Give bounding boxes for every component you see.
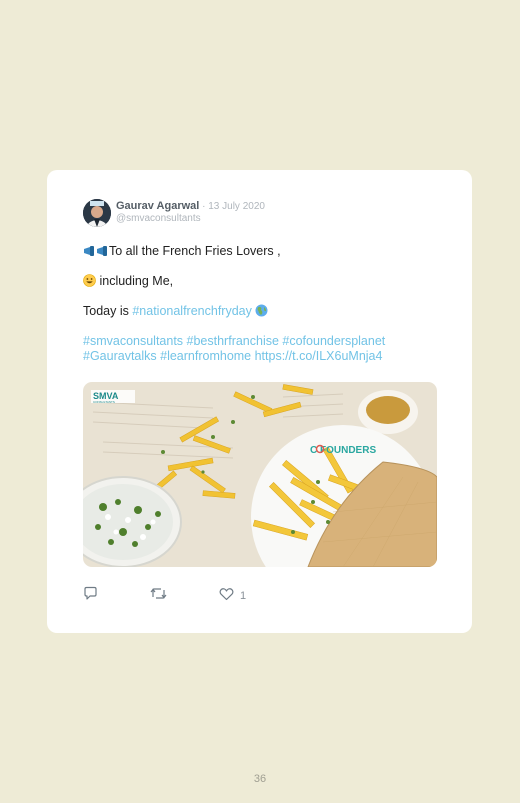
tweet-actions: 1 (83, 586, 283, 606)
tweet-card: Gaurav Agarwal · 13 July 2020 @smvaconsu… (47, 170, 472, 633)
french-fries-photo: SMVA CONSULTANTS C FOUNDERS (83, 382, 437, 567)
date-separator: · (199, 201, 209, 212)
megaphone-icon (83, 245, 109, 260)
media-logo-sub: CONSULTANTS (93, 400, 115, 404)
like-button[interactable]: 1 (219, 587, 246, 605)
reply-icon (83, 586, 98, 606)
globe-icon (255, 304, 268, 320)
hashtag-national-french-fry-day[interactable]: #nationalfrenchfryday (132, 304, 252, 318)
tweet-line-2: including Me, (83, 274, 173, 290)
page-number: 36 (253, 773, 267, 785)
tweet-line-3: Today is #nationalfrenchfryday (83, 304, 268, 320)
heart-icon (219, 587, 234, 606)
hashtags-line-1[interactable]: #smvaconsultants #besthrfranchise #cofou… (83, 334, 443, 349)
media-brand: C FOUNDERS (310, 445, 376, 456)
hashtags-line-2: #Gauravtalks #learnfromhome https://t.co… (83, 349, 443, 364)
tweet-media-image[interactable]: SMVA CONSULTANTS C FOUNDERS (83, 382, 437, 567)
avatar-image (83, 199, 111, 227)
author-line: Gaurav Agarwal · 13 July 2020 (116, 200, 265, 212)
retweet-button[interactable] (150, 587, 167, 605)
tweet-text-line-2: including Me, (96, 274, 174, 288)
author-handle[interactable]: @smvaconsultants (116, 213, 201, 224)
tweet-text-line-3: Today is (83, 304, 133, 318)
tweet-line-1: To all the French Fries Lovers , (83, 244, 281, 260)
reply-button[interactable] (83, 586, 98, 606)
tweet-date[interactable]: 13 July 2020 (208, 201, 265, 212)
tweet-text-line-1: To all the French Fries Lovers , (109, 244, 281, 258)
hashtags-block: #smvaconsultants #besthrfranchise #cofou… (83, 334, 443, 364)
author-name[interactable]: Gaurav Agarwal (116, 200, 199, 212)
author-avatar[interactable] (83, 199, 111, 227)
like-count: 1 (240, 590, 247, 602)
retweet-icon (150, 586, 167, 606)
tweet-link[interactable]: https://t.co/ILX6uMnja4 (255, 349, 383, 363)
grinning-face-icon (83, 274, 96, 290)
hashtags-line-2-tags[interactable]: #Gauravtalks #learnfromhome (83, 349, 255, 363)
